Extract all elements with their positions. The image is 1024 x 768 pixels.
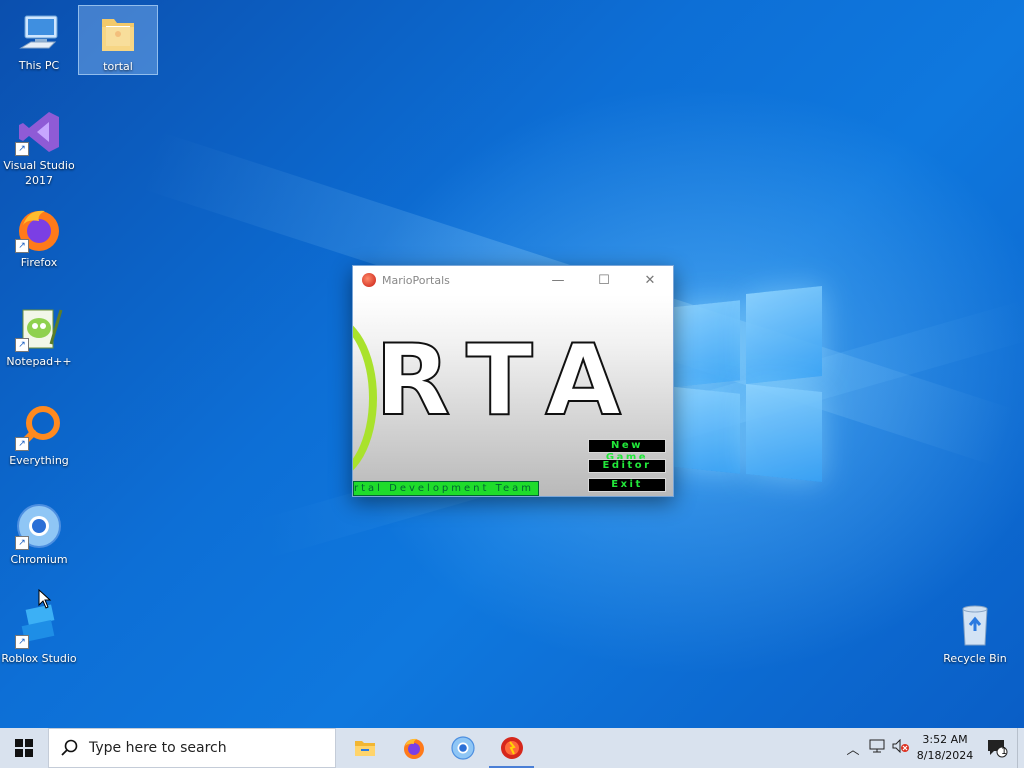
visual-studio-icon: ↗ [15,108,63,156]
action-center-button[interactable]: 1 [977,738,1017,758]
desktop-icon-label: Visual Studio 2017 [3,159,75,187]
desktop-icon-label: Chromium [10,553,68,566]
folder-icon [94,9,142,57]
network-icon[interactable] [865,739,889,757]
taskbar-firefox[interactable] [389,728,438,768]
game-title-fragment: RTA [374,324,642,438]
firefox-icon [403,738,424,759]
file-explorer-icon [354,741,375,756]
close-button[interactable]: ✕ [627,266,673,294]
desktop-icon-everything[interactable]: ↗ Everything [0,403,78,468]
start-button[interactable] [0,728,48,768]
taskbar-file-explorer[interactable] [340,728,389,768]
chromium-icon: ↗ [15,502,63,550]
taskbar-marioportals[interactable] [487,728,536,768]
taskbar-chromium[interactable] [438,728,487,768]
exit-button[interactable]: Exit [588,478,666,492]
search-icon [61,739,78,756]
desktop-icon-visual-studio[interactable]: ↗ Visual Studio 2017 [0,108,78,188]
clock-time: 3:52 AM [922,733,968,746]
shortcut-arrow-icon: ↗ [15,338,29,352]
clock-date: 8/18/2024 [916,749,974,762]
taskbar-search-box[interactable]: Type here to search [48,728,336,768]
portal-logo-arc [353,315,377,481]
desktop-icon-this-pc[interactable]: This PC [0,8,78,73]
desktop-icon-label: Everything [9,454,69,467]
shortcut-arrow-icon: ↗ [15,536,29,550]
notepadpp-icon: ↗ [15,304,63,352]
window-titlebar[interactable]: MarioPortals — ☐ ✕ [353,266,673,294]
minimize-button[interactable]: — [535,266,581,294]
shortcut-arrow-icon: ↗ [15,142,29,156]
shortcut-arrow-icon: ↗ [15,635,29,649]
desktop-icon-roblox-studio[interactable]: ↗ Roblox Studio [0,601,78,666]
desktop-icon-notepadpp[interactable]: ↗ Notepad++ [0,304,78,369]
desktop-icon-firefox[interactable]: ↗ Firefox [0,205,78,270]
desktop-icon-recycle-bin[interactable]: Recycle Bin [936,601,1014,666]
credits-ticker: rtal Development Team [353,481,539,496]
desktop-icon-tortal[interactable]: tortal [78,5,158,75]
desktop-icon-label: This PC [18,59,60,72]
windows-start-icon [15,739,33,757]
desktop-icon-label: tortal [103,60,133,73]
desktop-icon-label: Notepad++ [6,355,72,368]
windows-logo-wallpaper [668,286,822,482]
desktop-icon-label: Firefox [20,256,58,269]
system-tray: ︿ 3:52 AM 8/18/2024 1 [841,728,1024,768]
recycle-bin-icon [951,601,999,649]
new-game-button[interactable]: New Game [588,439,666,463]
game-canvas[interactable]: RTA New Game Editor Exit rtal Developmen… [353,295,673,496]
everything-search-icon: ↗ [15,403,63,451]
chevron-up-icon[interactable]: ︿ [841,739,865,758]
chromium-icon [450,736,475,760]
marioportals-window[interactable]: MarioPortals — ☐ ✕ RTA New Game Editor E… [352,265,674,497]
volume-muted-icon[interactable] [889,738,913,757]
desktop-icon-chromium[interactable]: ↗ Chromium [0,502,78,567]
marioportals-icon [500,737,523,759]
desktop-icon-label: Recycle Bin [943,652,1007,665]
editor-button[interactable]: Editor [588,459,666,473]
firefox-icon: ↗ [15,205,63,253]
taskbar: Type here to search ︿ 3:52 AM 8/18/2024 … [0,728,1024,768]
taskbar-clock[interactable]: 3:52 AM 8/18/2024 [913,732,977,764]
desktop-icon-label: Roblox Studio [1,652,77,665]
shortcut-arrow-icon: ↗ [15,437,29,451]
maximize-button[interactable]: ☐ [581,266,627,294]
search-placeholder: Type here to search [89,740,227,756]
window-title: MarioPortals [382,273,450,287]
shortcut-arrow-icon: ↗ [15,239,29,253]
computer-icon [15,8,63,56]
notification-count: 1 [1001,747,1007,757]
show-desktop-button[interactable] [1017,728,1024,768]
marioportals-icon [362,273,376,287]
